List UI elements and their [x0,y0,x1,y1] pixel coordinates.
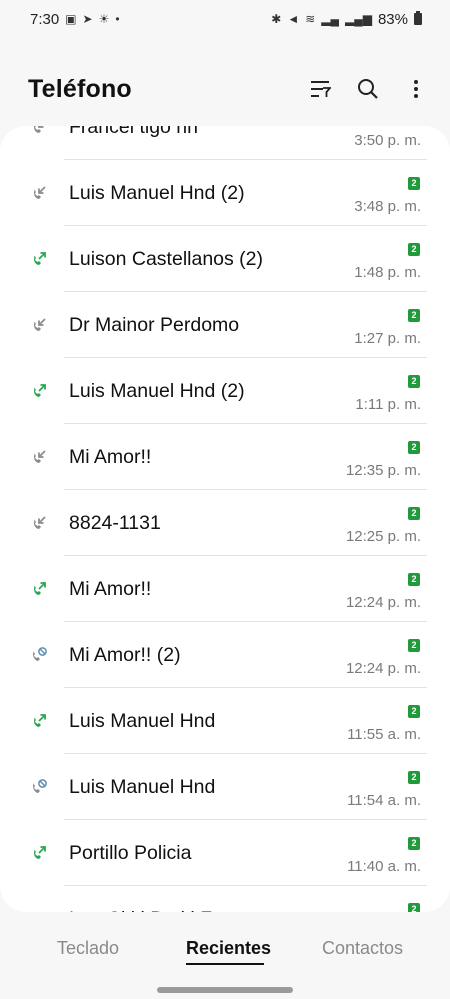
contact-name: Luis Manuel Hnd (2) [69,380,245,402]
sim-badge: 2 [408,705,420,718]
contact-name: Portillo Policia [69,842,192,864]
call-log-row[interactable]: Mi Amor!! (2) 2 12:24 p. m. [0,622,450,688]
battery-icon [414,11,422,25]
contact-name: Mi Amor!! [69,446,152,468]
contact-name: Luison Castellanos (2) [69,248,264,270]
status-bar: 7:30 ▣ ➤ ☀ • ✱ ◄ ≋ ▂▄ ▂▄▆ 83% [0,0,450,38]
telegram-icon: ➤ [82,12,93,26]
tab-indicator [186,963,264,965]
call-outgoing-icon [30,844,48,862]
call-time: 12:25 p. m. [345,528,421,545]
call-list: Francel tigo hn 3:50 p. m. Luis Manuel Hnd… [0,126,450,912]
sim-badge: 2 [408,771,420,784]
call-time: 12:24 p. m. [345,594,421,611]
call-log-row[interactable]: Luis Manuel Hnd (2) 2 3:48 p. m. [0,160,450,226]
call-blocked-icon [30,778,48,796]
call-time: 3:50 p. m. [354,132,421,149]
sim-badge: 2 [408,507,420,520]
mute-icon: ◄ [287,12,300,26]
call-log-row[interactable]: Francel tigo hn 3:50 p. m. [0,126,450,160]
sim-badge: 2 [408,309,420,322]
call-log-row[interactable]: Portillo Policia 2 11:40 a. m. [0,820,450,886]
contact-name: Luis Manuel Hnd (2) [69,182,245,204]
contact-name: Mi Amor!! [69,578,152,600]
call-outgoing-icon [30,712,48,730]
call-incoming-icon [30,126,48,136]
call-log-row[interactable]: Luis Manuel Hnd (2) 2 1:11 p. m. [0,358,450,424]
call-log-row[interactable]: 8824-1131 2 12:25 p. m. [0,490,450,556]
call-time: 11:55 a. m. [347,726,421,743]
call-incoming-icon [30,316,48,334]
contact-name: Mi Amor!! (2) [69,644,181,666]
sim-badge: 2 [408,837,420,850]
call-time: 1:27 p. m. [354,330,421,347]
call-outgoing-icon [30,250,48,268]
call-log-row[interactable]: Luison Castellanos (2) 2 1:48 p. m. [0,226,450,292]
contact-name: Luis Manuel Hnd [69,710,216,732]
home-indicator[interactable] [157,987,293,993]
status-time: 7:30 [30,10,60,28]
tab-bar: Teclado Recientes Contactos [0,912,450,982]
wifi-icon: ≋ [305,12,316,26]
call-time: 12:35 p. m. [345,462,421,479]
tab-recents[interactable]: Recientes [186,938,271,959]
tab-contacts[interactable]: Contactos [322,938,403,959]
call-blocked-icon [30,646,48,664]
call-time: 3:48 p. m. [354,198,421,215]
call-incoming-icon [30,448,48,466]
call-time: 11:54 a. m. [347,792,421,809]
dot-icon: • [115,12,120,26]
tab-keypad[interactable]: Teclado [57,938,119,959]
call-incoming-icon [30,514,48,532]
call-log-row[interactable]: Dr Mainor Perdomo 2 1:27 p. m. [0,292,450,358]
gallery-icon: ▣ [65,12,77,26]
status-right: ✱ ◄ ≋ ▂▄ ▂▄▆ 83% [271,11,422,28]
sim-badge: 2 [408,573,420,586]
contact-name: 8824-1131 [69,512,161,534]
sim-badge: 2 [408,441,420,454]
call-log-row[interactable]: Lea Cl.i.l Da.i.l Fa2 [0,886,450,912]
contact-name: Francel tigo hn [69,126,198,138]
search-icon[interactable] [356,77,380,101]
sim-badge: 2 [408,375,420,388]
call-log-row[interactable]: Mi Amor!! 2 12:35 p. m. [0,424,450,490]
call-incoming-icon [30,184,48,202]
battery-percent: 83% [377,10,408,28]
bluetooth-icon: ✱ [271,12,282,26]
more-vertical-icon[interactable] [404,77,428,101]
call-time: 1:48 p. m. [354,264,421,281]
signal-icon: ▂▄ [321,12,339,26]
contact-name: Dr Mainor Perdomo [69,314,240,336]
sim-badge: 2 [408,639,420,652]
sim-badge: 2 [408,177,420,190]
signal-icon-2: ▂▄▆ [345,12,372,26]
app-header: Teléfono [0,60,450,118]
contact-name: Luis Manuel Hnd [69,776,216,798]
call-time: 11:40 a. m. [347,858,421,875]
status-left: 7:30 ▣ ➤ ☀ • [30,11,120,28]
call-log-row[interactable]: Mi Amor!! 2 12:24 p. m. [0,556,450,622]
call-outgoing-icon [30,580,48,598]
sim-badge: 2 [408,243,420,256]
call-outgoing-icon [30,382,48,400]
page-title: Teléfono [28,74,132,103]
call-list-card: Francel tigo hn 3:50 p. m. Luis Manuel Hnd… [0,126,450,912]
call-log-row[interactable]: Luis Manuel Hnd 2 11:54 a. m. [0,754,450,820]
call-time: 1:11 p. m. [355,396,421,413]
sim-badge: 2 [408,903,420,912]
header-actions [308,77,428,101]
call-time: 12:24 p. m. [345,660,421,677]
call-log-row[interactable]: Luis Manuel Hnd 2 11:55 a. m. [0,688,450,754]
brightness-icon: ☀ [98,12,110,26]
filter-icon[interactable] [308,77,332,101]
